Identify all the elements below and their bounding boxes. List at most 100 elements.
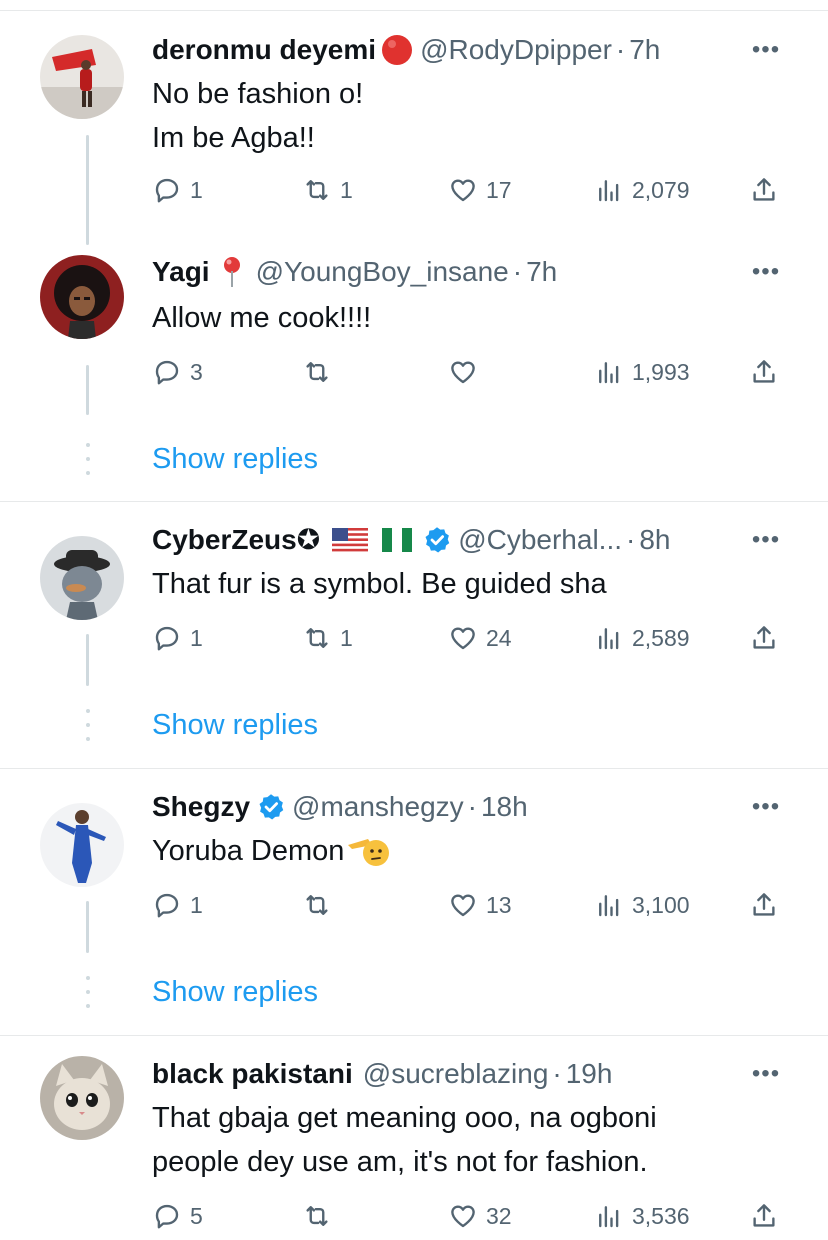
show-replies-row[interactable]: Show replies (0, 967, 828, 1017)
share-icon (753, 360, 775, 383)
share-icon (753, 1204, 775, 1227)
user-handle[interactable]: @manshegzy (292, 787, 464, 827)
timestamp[interactable]: 18h (481, 787, 528, 827)
round-pushpin-emoji (220, 255, 244, 289)
reply-tweet[interactable]: Yagi @YoungBoy_insane · 7h ••• Allow me … (0, 240, 828, 500)
share-icon (753, 893, 775, 916)
reply-icon (155, 178, 179, 203)
tweet-text: That gbaja get meaning ooo, na ogboni pe… (152, 1096, 768, 1184)
retweet-button[interactable]: 1 (302, 170, 353, 210)
reply-button[interactable]: 1 (152, 885, 203, 925)
avatar[interactable] (40, 803, 124, 887)
reply-count: 1 (190, 891, 203, 918)
action-bar: 1 1 17 2,079 (152, 170, 792, 210)
timestamp[interactable]: 8h (639, 520, 670, 560)
reply-tweet[interactable]: black pakistani @sucreblazing · 19h ••• … (0, 1036, 828, 1240)
user-handle[interactable]: @sucreblazing (363, 1054, 549, 1094)
action-bar: 5 32 3,536 (152, 1196, 792, 1236)
tweet-header: CyberZeus✪ @Cyberhal... · 8h (152, 520, 738, 560)
verified-badge-icon[interactable] (256, 792, 286, 822)
heart-icon (451, 627, 475, 650)
retweet-button[interactable] (302, 885, 332, 925)
tweet-text-line: That gbaja get meaning ooo, na ogboni (152, 1102, 657, 1134)
views-count: 2,589 (632, 624, 690, 651)
retweet-button[interactable] (302, 352, 332, 392)
share-button[interactable] (749, 170, 779, 210)
like-button[interactable]: 32 (448, 1196, 512, 1236)
reply-tweet[interactable]: Shegzy @manshegzy · 18h ••• Yoruba Demon (0, 769, 828, 1035)
tweet-text-line: No be fashion o! (152, 78, 364, 110)
views-button[interactable]: 1,993 (594, 352, 690, 392)
heart-icon (451, 1205, 475, 1228)
display-name[interactable]: deronmu deyemi (152, 30, 376, 70)
display-name[interactable]: CyberZeus✪ (152, 520, 320, 560)
timestamp[interactable]: 19h (566, 1054, 613, 1094)
like-button[interactable]: 17 (448, 170, 512, 210)
tweet-header: Shegzy @manshegzy · 18h (152, 787, 738, 827)
timestamp[interactable]: 7h (526, 252, 557, 292)
views-button[interactable]: 2,079 (594, 170, 690, 210)
views-button[interactable]: 3,100 (594, 885, 690, 925)
more-options-icon[interactable]: ••• (746, 30, 786, 70)
timestamp[interactable]: 7h (629, 30, 660, 70)
show-replies-row[interactable]: Show replies (0, 700, 828, 750)
reply-tweet[interactable]: deronmu deyemi @RodyDpipper · 7h ••• No … (0, 0, 828, 245)
like-button[interactable]: 24 (448, 618, 512, 658)
avatar[interactable] (40, 536, 124, 620)
avatar[interactable] (40, 35, 124, 119)
tweet-text-line: That fur is a symbol. Be guided sha (152, 568, 607, 600)
reply-button[interactable]: 5 (152, 1196, 203, 1236)
user-handle[interactable]: @YoungBoy_insane (256, 252, 509, 292)
retweet-icon (306, 1206, 328, 1226)
user-handle[interactable]: @RodyDpipper (420, 30, 612, 70)
views-chart-icon (599, 628, 619, 650)
retweet-icon (306, 362, 328, 382)
share-button[interactable] (749, 1196, 779, 1236)
retweet-button[interactable] (302, 1196, 332, 1236)
retweet-icon (306, 180, 328, 200)
reply-icon (155, 626, 179, 651)
heart-icon (451, 179, 475, 202)
user-handle[interactable]: @Cyberhal... (458, 520, 622, 560)
avatar[interactable] (40, 1056, 124, 1140)
avatar[interactable] (40, 255, 124, 339)
views-button[interactable]: 3,536 (594, 1196, 690, 1236)
share-button[interactable] (749, 885, 779, 925)
reply-button[interactable]: 1 (152, 170, 203, 210)
heart-icon (451, 361, 475, 384)
share-button[interactable] (749, 618, 779, 658)
reply-button[interactable]: 1 (152, 618, 203, 658)
views-button[interactable]: 2,589 (594, 618, 690, 658)
show-replies-link[interactable]: Show replies (152, 700, 318, 750)
verified-badge-icon[interactable] (422, 525, 452, 555)
like-button[interactable]: 13 (448, 885, 512, 925)
share-button[interactable] (749, 352, 779, 392)
more-options-icon[interactable]: ••• (746, 1054, 786, 1094)
reply-tweet[interactable]: CyberZeus✪ @Cyberhal... · 8h ••• That fu… (0, 502, 828, 768)
thread-line (86, 901, 89, 953)
views-chart-icon (599, 895, 619, 917)
show-replies-row[interactable]: Show replies (0, 434, 828, 484)
retweet-icon (306, 895, 328, 915)
reply-icon (155, 360, 179, 385)
separator-dot: · (615, 34, 626, 65)
display-name[interactable]: black pakistani (152, 1054, 353, 1094)
reply-button[interactable]: 3 (152, 352, 203, 392)
show-replies-link[interactable]: Show replies (152, 967, 318, 1017)
views-count: 2,079 (632, 176, 690, 203)
reply-count: 3 (190, 358, 203, 385)
separator-dot: · (626, 524, 636, 555)
display-name[interactable]: Yagi (152, 252, 210, 292)
show-replies-link[interactable]: Show replies (152, 434, 318, 484)
separator-dot: · (552, 1058, 562, 1089)
tweet-header: Yagi @YoungBoy_insane · 7h (152, 252, 738, 292)
views-count: 3,536 (632, 1202, 690, 1229)
more-options-icon[interactable]: ••• (746, 520, 786, 560)
like-count: 24 (486, 624, 512, 651)
display-name[interactable]: Shegzy (152, 787, 250, 827)
like-button[interactable] (448, 352, 478, 392)
retweet-button[interactable]: 1 (302, 618, 353, 658)
more-options-icon[interactable]: ••• (746, 252, 786, 292)
more-options-icon[interactable]: ••• (746, 787, 786, 827)
tweet-text: Allow me cook!!!! (152, 296, 768, 340)
